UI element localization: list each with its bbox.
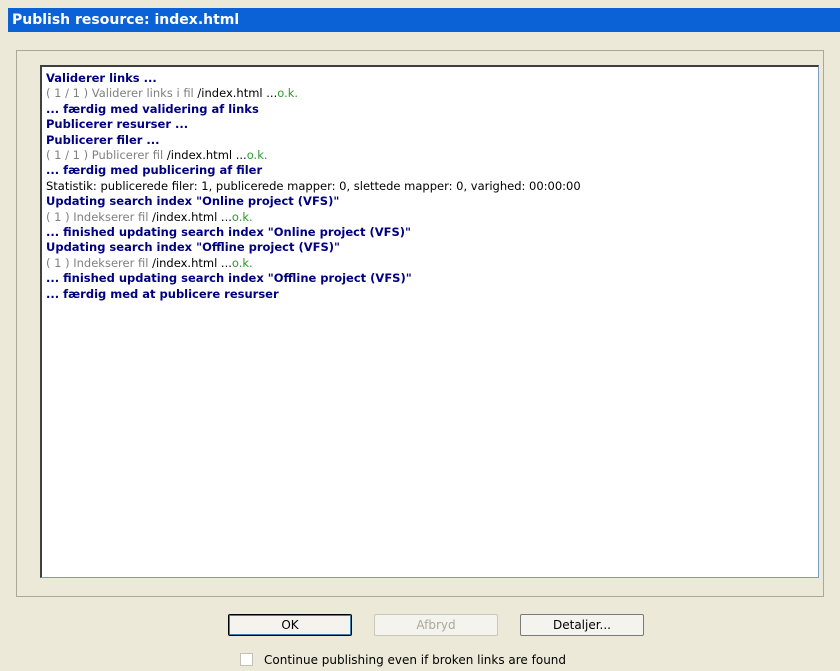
log-line: ( 1 / 1 ) Validerer links i fil /index.h… — [46, 86, 814, 101]
log-text: o.k. — [246, 148, 268, 163]
log-line: Publicerer filer ... — [46, 133, 814, 148]
continue-publishing-checkbox[interactable] — [240, 653, 253, 666]
log-text: ( 1 ) Indekserer fil — [46, 255, 153, 270]
log-text: ( 1 / 1 ) Publicerer fil — [46, 148, 167, 163]
log-text: Publicerer resurser ... — [46, 117, 189, 132]
log-text: ... færdig med validering af links — [46, 101, 259, 116]
log-text: /index.html ... — [152, 209, 232, 224]
log-line: ... færdig med at publicere resurser — [46, 287, 814, 302]
log-line: Statistik: publicerede filer: 1, publice… — [46, 179, 814, 194]
log-line: ... finished updating search index "Onli… — [46, 225, 814, 240]
log-text: /index.html ... — [152, 255, 232, 270]
log-text: Updating search index "Online project (V… — [46, 194, 340, 209]
window-title: Publish resource: index.html — [12, 12, 240, 28]
log-line: Updating search index "Offline project (… — [46, 240, 814, 255]
log-text: Statistik: publicerede filer: 1, publice… — [46, 178, 581, 193]
log-line: ... færdig med validering af links — [46, 102, 814, 117]
log-line: ( 1 ) Indekserer fil /index.html ...o.k. — [46, 210, 814, 225]
window-title-bar: Publish resource: index.html — [8, 8, 840, 32]
details-button[interactable]: Detaljer... — [520, 614, 644, 636]
log-text: Updating search index "Offline project (… — [46, 240, 341, 255]
log-line: Publicerer resurser ... — [46, 117, 814, 132]
log-line: ... færdig med publicering af filer — [46, 163, 814, 178]
log-text: ( 1 / 1 ) Validerer links i fil — [46, 86, 198, 101]
log-text: o.k. — [277, 86, 299, 101]
log-text: Validerer links ... — [46, 71, 157, 85]
log-text: ... finished updating search index "Onli… — [46, 225, 412, 240]
cancel-button: Afbryd — [374, 614, 498, 636]
log-line: ... finished updating search index "Offl… — [46, 271, 814, 286]
publish-log-output[interactable]: Validerer links ...( 1 / 1 ) Validerer l… — [40, 65, 819, 578]
log-text: o.k. — [231, 209, 253, 224]
log-line: Validerer links ... — [46, 71, 814, 86]
log-text: ... færdig med at publicere resurser — [46, 286, 279, 301]
log-text: Publicerer filer ... — [46, 132, 160, 147]
ok-button[interactable]: OK — [228, 614, 352, 636]
log-text: o.k. — [231, 255, 253, 270]
continue-publishing-label: Continue publishing even if broken links… — [264, 653, 567, 667]
log-text: /index.html ... — [166, 148, 247, 163]
log-text: ... færdig med publicering af filer — [46, 163, 263, 178]
log-line: Updating search index "Online project (V… — [46, 194, 814, 209]
log-line: ( 1 / 1 ) Publicerer fil /index.html ...… — [46, 148, 814, 163]
log-line: ( 1 ) Indekserer fil /index.html ...o.k. — [46, 256, 814, 271]
log-text: ... finished updating search index "Offl… — [46, 271, 412, 286]
log-text: ( 1 ) Indekserer fil — [46, 209, 153, 224]
log-text: /index.html ... — [197, 86, 278, 101]
